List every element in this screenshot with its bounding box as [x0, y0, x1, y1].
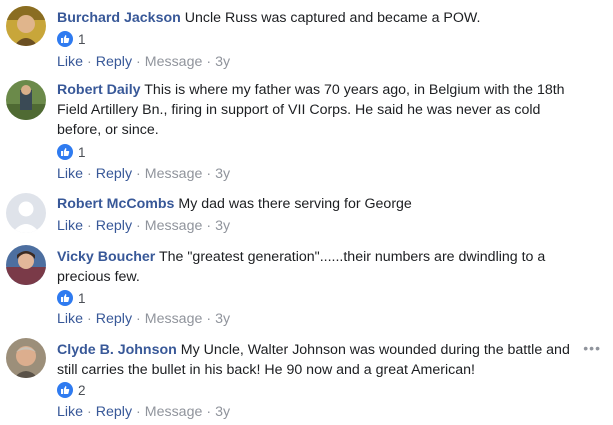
comment-body: Robert McCombs My dad was there serving … — [57, 194, 587, 214]
reaction-summary[interactable]: 1 — [57, 289, 86, 307]
avatar[interactable] — [6, 6, 46, 46]
avatar[interactable] — [6, 245, 46, 285]
separator: · — [87, 311, 92, 327]
comment-body: Vicky Boucher The "greatest generation".… — [57, 247, 587, 287]
comment-actions: Like · Reply · Message · 3y — [57, 53, 230, 71]
comment-author[interactable]: Robert Daily — [57, 82, 141, 98]
comment-actions: Like · Reply · Message · 3y — [57, 217, 230, 235]
like-link[interactable]: Like — [57, 54, 83, 70]
comment-body: Burchard Jackson Uncle Russ was captured… — [57, 8, 587, 28]
message-link[interactable]: Message — [145, 404, 203, 420]
message-link[interactable]: Message — [145, 218, 203, 234]
comment-author[interactable]: Vicky Boucher — [57, 249, 155, 265]
reply-link[interactable]: Reply — [96, 311, 132, 327]
timestamp[interactable]: 3y — [215, 311, 230, 327]
avatar[interactable] — [6, 338, 46, 378]
thumbs-up-icon — [57, 290, 73, 306]
reaction-count: 2 — [78, 382, 86, 398]
more-options-icon[interactable]: ••• — [583, 341, 601, 355]
timestamp[interactable]: 3y — [215, 54, 230, 70]
comment-body: Clyde B. Johnson My Uncle, Walter Johnso… — [57, 340, 587, 380]
separator: · — [136, 404, 141, 420]
comment-text: Uncle Russ was captured and became a POW… — [184, 10, 481, 26]
comment-clyde-b-johnson: Clyde B. Johnson My Uncle, Walter Johnso… — [0, 332, 613, 425]
message-link[interactable]: Message — [145, 166, 203, 182]
reaction-count: 1 — [78, 31, 86, 47]
timestamp[interactable]: 3y — [215, 166, 230, 182]
avatar[interactable] — [6, 193, 46, 233]
comment-burchard-jackson: Burchard Jackson Uncle Russ was captured… — [0, 0, 613, 75]
reply-link[interactable]: Reply — [96, 218, 132, 234]
separator: · — [136, 166, 141, 182]
separator: · — [87, 218, 92, 234]
separator: · — [206, 166, 212, 182]
thumbs-up-icon — [57, 382, 73, 398]
reaction-count: 1 — [78, 144, 86, 160]
timestamp[interactable]: 3y — [215, 404, 230, 420]
like-link[interactable]: Like — [57, 404, 83, 420]
comment-vicky-boucher: Vicky Boucher The "greatest generation".… — [0, 239, 613, 331]
message-link[interactable]: Message — [145, 311, 203, 327]
comment-author[interactable]: Burchard Jackson — [57, 10, 181, 26]
comment-actions: Like · Reply · Message · 3y — [57, 310, 230, 328]
thumbs-up-icon — [57, 31, 73, 47]
separator: · — [87, 54, 92, 70]
thumbs-up-icon — [57, 144, 73, 160]
separator: · — [87, 166, 92, 182]
reaction-summary[interactable]: 1 — [57, 143, 86, 161]
reply-link[interactable]: Reply — [96, 166, 132, 182]
comment-actions: Like · Reply · Message · 3y — [57, 165, 230, 183]
comment-robert-mccombs: Robert McCombs My dad was there serving … — [0, 187, 613, 237]
like-link[interactable]: Like — [57, 311, 83, 327]
reply-link[interactable]: Reply — [96, 54, 132, 70]
separator: · — [206, 404, 212, 420]
comment-actions: Like · Reply · Message · 3y — [57, 403, 230, 421]
like-link[interactable]: Like — [57, 218, 83, 234]
comment-author[interactable]: Clyde B. Johnson — [57, 342, 177, 358]
comment-author[interactable]: Robert McCombs — [57, 196, 174, 212]
message-link[interactable]: Message — [145, 54, 203, 70]
separator: · — [136, 311, 141, 327]
reply-link[interactable]: Reply — [96, 404, 132, 420]
comment-text: My dad was there serving for George — [178, 196, 412, 212]
separator: · — [136, 54, 141, 70]
timestamp[interactable]: 3y — [215, 218, 230, 234]
reaction-summary[interactable]: 1 — [57, 30, 86, 48]
reaction-summary[interactable]: 2 — [57, 381, 86, 399]
separator: · — [206, 54, 212, 70]
like-link[interactable]: Like — [57, 166, 83, 182]
separator: · — [206, 311, 212, 327]
separator: · — [206, 218, 212, 234]
comment-robert-daily: Robert Daily This is where my father was… — [0, 76, 613, 186]
separator: · — [136, 218, 141, 234]
reaction-count: 1 — [78, 290, 86, 306]
comment-body: Robert Daily This is where my father was… — [57, 80, 587, 140]
avatar[interactable] — [6, 80, 46, 120]
separator: · — [87, 404, 92, 420]
